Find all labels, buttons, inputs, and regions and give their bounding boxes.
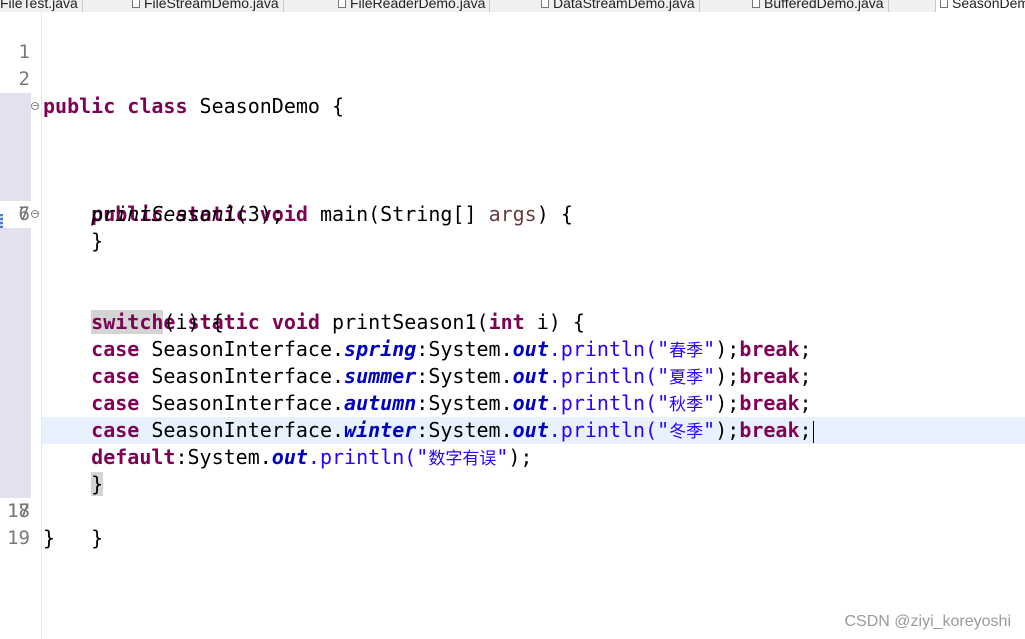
java-file-icon [541, 0, 549, 8]
code-editor[interactable]: 1 2 public class SeasonDemo { 3 4 − publ… [0, 12, 1025, 639]
code-text: } [43, 526, 56, 550]
java-file-icon [132, 0, 140, 8]
tab-label: FileReaderDemo.java [350, 0, 486, 11]
code-line: 18 } [0, 471, 1025, 550]
tab-datastreamdemo[interactable]: DataStreamDemo.java [537, 0, 700, 12]
tab-label: DataStreamDemo.java [553, 0, 695, 11]
code-line: 4 − public static void main(String[] arg… [0, 93, 1025, 226]
code-line: 11 case SeasonInterface.summer:System.ou… [0, 282, 1025, 388]
tab-filereaderdemo[interactable]: FileReaderDemo.java [334, 0, 491, 12]
tab-filestreamdemo[interactable]: FileStreamDemo.java [128, 0, 284, 12]
code-line: 14 default:System.out.println("数字有误"); [0, 363, 1025, 469]
code-line: 2 public class SeasonDemo { [0, 39, 1025, 118]
code-line: 1 [0, 12, 1025, 63]
code-line: 16 [0, 417, 1025, 495]
code-line: 6 } [0, 147, 1025, 253]
code-line: 19 [0, 498, 1025, 549]
tab-label: FileStreamDemo.java [144, 0, 279, 11]
line-number: 19 [7, 527, 30, 549]
tab-label: BufferedDemo.java [764, 0, 884, 11]
code-line-current: 13 case SeasonInterface.winter:System.ou… [0, 336, 1025, 444]
code-line: 8 − private static void printSeason1(int… [0, 201, 1025, 334]
tab-label: FileTest.java [0, 0, 78, 11]
watermark-text: CSDN @ziyi_koreyoshi [844, 613, 1011, 630]
tab-filetest[interactable]: FileTest.java [0, 0, 83, 12]
java-file-icon [338, 0, 346, 8]
code-line: 15 } [0, 390, 1025, 496]
code-line: 7 [0, 174, 1025, 225]
code-line: 10 case SeasonInterface.spring:System.ou… [0, 255, 1025, 361]
tab-buffereddemo[interactable]: BufferedDemo.java [748, 0, 889, 12]
code-line: 9 switch(i) { [0, 228, 1025, 334]
tab-label: SeasonDemo.java [952, 0, 1025, 11]
code-line: 5 printSeason1(3); [0, 120, 1025, 226]
java-file-icon [940, 0, 948, 8]
code-line: 12 case SeasonInterface.autumn:System.ou… [0, 309, 1025, 415]
tab-seasondemo[interactable]: SeasonDemo.java [935, 0, 1025, 12]
code-line: 3 [0, 66, 1025, 144]
code-line: 17 } [0, 444, 1025, 550]
java-file-icon [752, 0, 760, 8]
fold-collapse-icon[interactable]: − [31, 210, 39, 218]
fold-collapse-icon[interactable]: − [31, 102, 39, 110]
